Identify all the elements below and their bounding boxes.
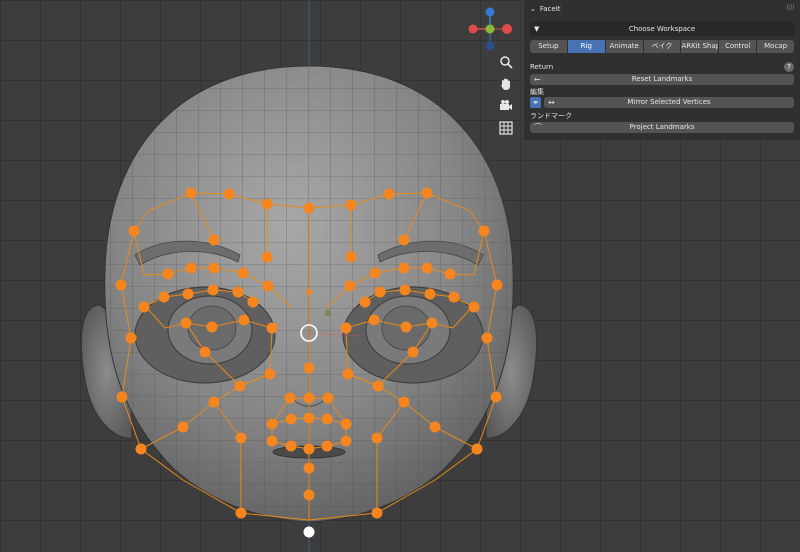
project-landmarks-button[interactable]: ⌒ Project Landmarks bbox=[530, 122, 794, 133]
mirror-selected-label: Mirror Selected Vertices bbox=[627, 98, 711, 106]
chevron-down-icon[interactable]: ⌄ bbox=[530, 5, 536, 13]
viewport-navigation-tools bbox=[496, 52, 518, 140]
mirror-toggle-icon[interactable]: ⇹ bbox=[530, 97, 541, 108]
faceit-panel: ⌄ FaceIt ⠿⠿ ▼ Choose Workspace Setup Rig… bbox=[524, 0, 800, 140]
edit-label: 編集 bbox=[530, 88, 544, 96]
navigation-gizmo[interactable] bbox=[466, 4, 514, 54]
mirror-arrows-icon: ↔ bbox=[548, 98, 555, 107]
reset-landmarks-label: Reset Landmarks bbox=[631, 75, 693, 83]
tab-control[interactable]: Control bbox=[719, 40, 757, 53]
tab-setup[interactable]: Setup bbox=[530, 40, 567, 53]
mirror-selected-vertices-button[interactable]: ↔ Mirror Selected Vertices bbox=[544, 97, 794, 108]
choose-workspace-button[interactable]: ▼ Choose Workspace bbox=[530, 22, 794, 36]
reset-landmarks-button[interactable]: ← Reset Landmarks bbox=[530, 74, 794, 85]
project-icon: ⌒ bbox=[534, 123, 542, 132]
grid-icon[interactable] bbox=[496, 118, 516, 138]
drag-handle-icon[interactable]: ⠿⠿ bbox=[786, 4, 795, 12]
panel-title: FaceIt bbox=[539, 5, 561, 13]
help-icon[interactable]: ? bbox=[784, 62, 794, 72]
chin-anchor-point bbox=[303, 526, 315, 538]
tab-animate[interactable]: Animate bbox=[605, 40, 643, 53]
faceit-tabs: Setup Rig Animate ベイク ARKit Shapes Contr… bbox=[530, 40, 795, 53]
panel-header[interactable]: ⌄ FaceIt ⠿⠿ bbox=[524, 0, 800, 18]
dropdown-triangle-icon: ▼ bbox=[534, 25, 540, 33]
zoom-icon[interactable] bbox=[496, 52, 516, 72]
camera-icon[interactable] bbox=[496, 96, 516, 116]
tab-rig[interactable]: Rig bbox=[567, 40, 605, 53]
origin-marker bbox=[325, 310, 331, 316]
arrow-left-icon: ← bbox=[534, 75, 541, 84]
tab-arkit-shapes[interactable]: ARKit Shapes bbox=[681, 40, 719, 53]
return-label: Return bbox=[530, 63, 554, 71]
tab-bake[interactable]: ベイク bbox=[643, 40, 681, 53]
landmarks-label: ランドマーク bbox=[530, 112, 572, 120]
project-landmarks-label: Project Landmarks bbox=[629, 123, 695, 131]
tab-mocap[interactable]: Mocap bbox=[757, 40, 795, 53]
mirror-row: ⇹ ↔ Mirror Selected Vertices bbox=[530, 97, 794, 108]
hand-icon[interactable] bbox=[496, 74, 516, 94]
workspace-label: Choose Workspace bbox=[628, 25, 696, 33]
